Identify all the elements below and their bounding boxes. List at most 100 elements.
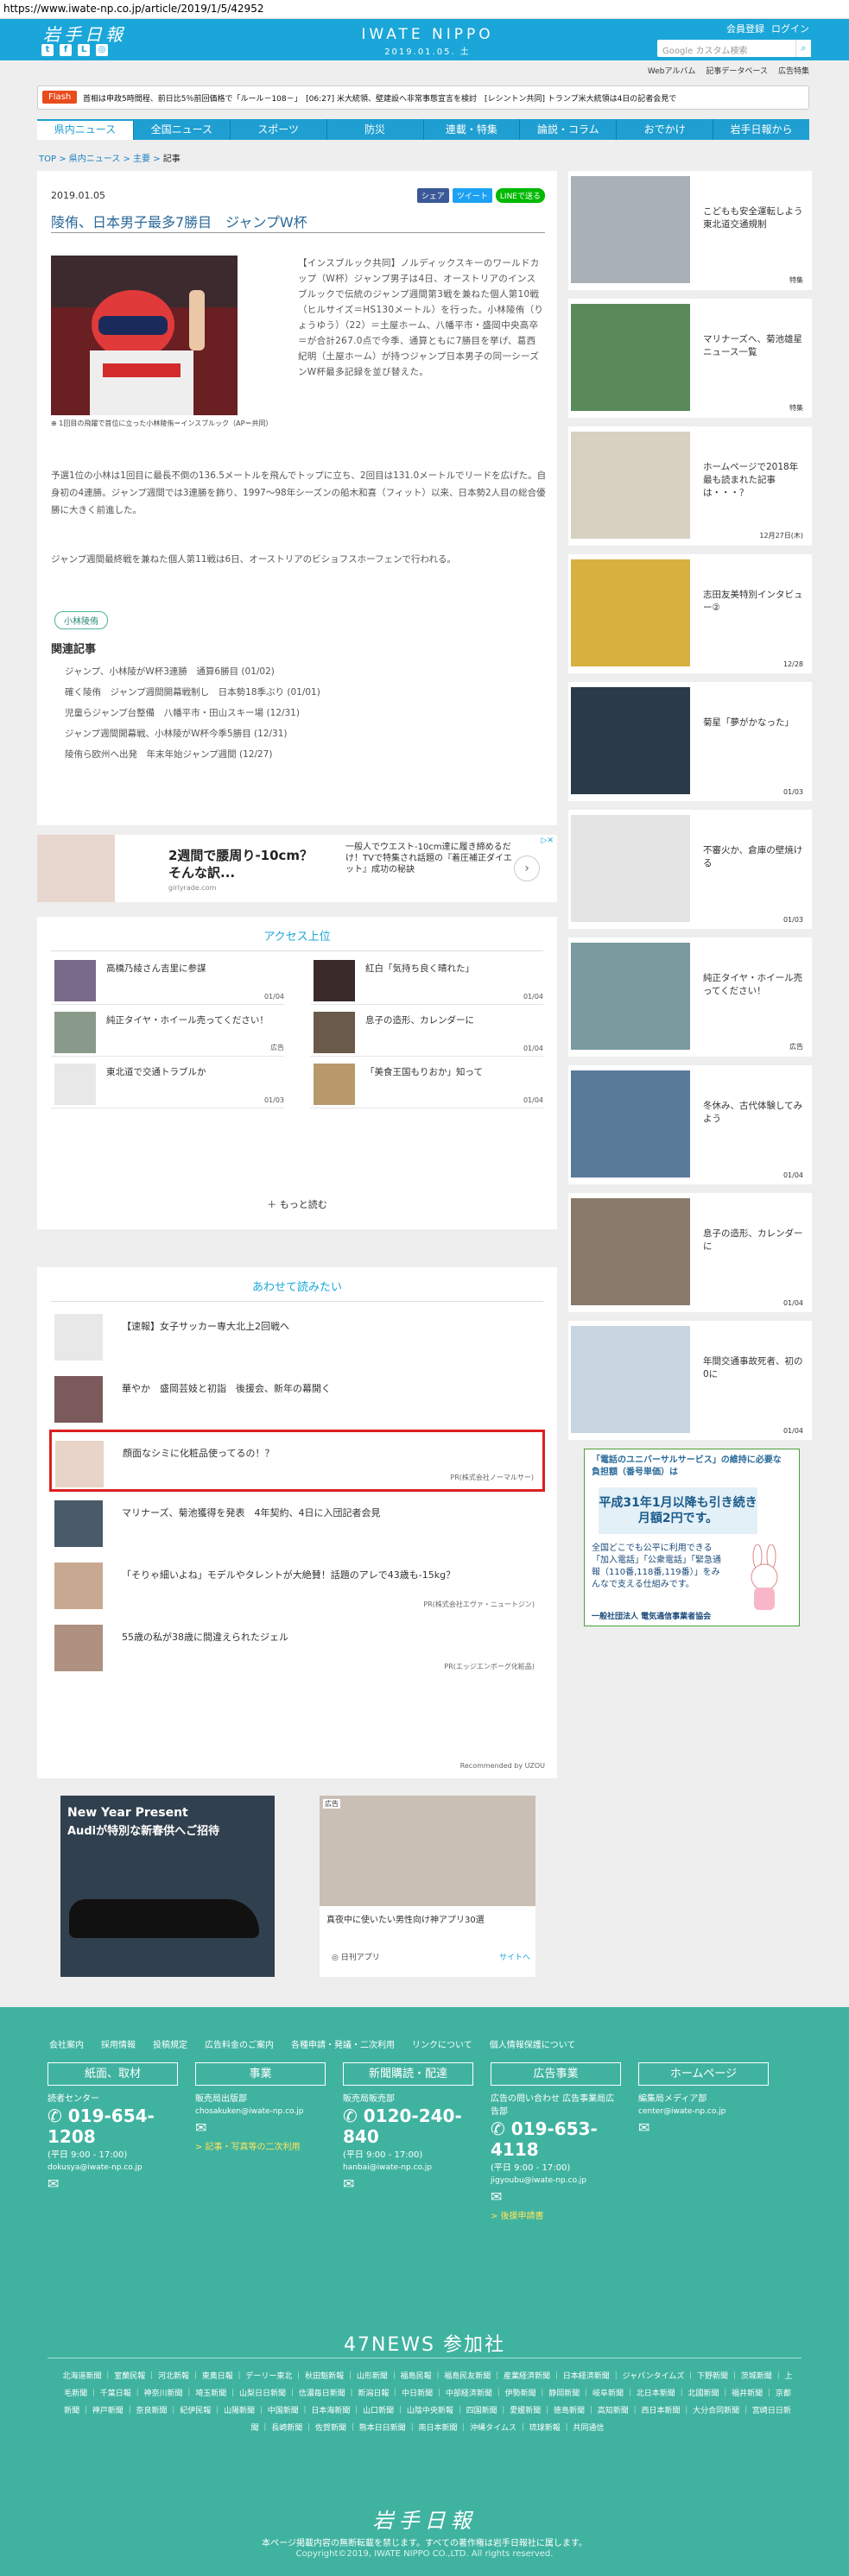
related-item[interactable]: ジャンプ、小林陵がW杯3連勝 通算6勝目 (01/02) bbox=[65, 661, 320, 682]
search-input[interactable]: Google カスタム検索 bbox=[657, 40, 797, 57]
line-share-button[interactable]: LINEで送る bbox=[495, 188, 545, 203]
footer-link[interactable]: 広告料金のご案内 bbox=[205, 2037, 274, 2050]
related-item[interactable]: ジャンプ週間開幕戦、小林陵がW杯今季5勝目 (12/31) bbox=[65, 723, 320, 744]
ranking-item[interactable]: 東北道で交通トラブルか 01/03 bbox=[51, 1057, 284, 1108]
tweet-button[interactable]: ツイート bbox=[452, 188, 492, 203]
ad-banner[interactable]: 2週間で腰周り-10cm？ そんな訳... girlyrade.com 一般人で… bbox=[37, 835, 557, 902]
footer-link[interactable]: 個人情報保護について bbox=[490, 2037, 576, 2050]
contact-button[interactable]: 紙面、取材 bbox=[48, 2062, 178, 2086]
address-bar[interactable]: https://www.iwate-np.co.jp/article/2019/… bbox=[0, 0, 849, 19]
sponsorship-link[interactable]: > 後援申請書 bbox=[491, 2208, 621, 2221]
breadcrumb-main[interactable]: 主要 bbox=[133, 155, 150, 164]
mail-icon[interactable]: ✉ bbox=[48, 2175, 178, 2192]
nav-editorial[interactable]: 論説・コラム bbox=[520, 119, 618, 140]
database-link[interactable]: 記事データベース bbox=[706, 65, 768, 76]
mail-icon[interactable]: ✉ bbox=[491, 2188, 621, 2205]
breadcrumb-top[interactable]: TOP bbox=[39, 155, 56, 164]
zoom-icon[interactable]: ⊕ bbox=[51, 420, 57, 427]
reco-item[interactable]: 【速報】女子サッカー専大北上2回戦へ bbox=[51, 1305, 543, 1367]
contact-email[interactable]: hanbai@iwate-np.co.jp bbox=[343, 2163, 473, 2172]
nav-local-news[interactable]: 県内ニュース bbox=[37, 119, 134, 140]
related-item[interactable]: 陵侑ら欧州へ出発 年末年始ジャンプ週間 (12/27) bbox=[65, 744, 320, 765]
contact-hours: (平日 9:00 - 17:00) bbox=[48, 2150, 128, 2160]
reco-item-sponsored[interactable]: 顔面なシミに化粧品使ってるの！？ PR(株式会社ノーマルサー) bbox=[49, 1430, 545, 1492]
read-more-button[interactable]: ＋ もっと読む bbox=[37, 1197, 557, 1211]
site-logo[interactable]: 岩手日報 bbox=[43, 21, 126, 46]
nav-from-nippo[interactable]: 岩手日報から bbox=[713, 119, 809, 140]
facebook-share-button[interactable]: シェア bbox=[416, 188, 449, 203]
adchoices-icon[interactable]: ▷✕ bbox=[542, 837, 554, 845]
article-photo[interactable] bbox=[51, 256, 238, 415]
sidebar-item[interactable]: 不審火か、倉庫の壁焼ける 01/03 bbox=[568, 810, 812, 929]
ranking-item[interactable]: 紅白「気持ち良く晴れた」 01/04 bbox=[310, 953, 543, 1005]
contact-email[interactable]: center@iwate-np.co.jp bbox=[638, 2107, 769, 2116]
nav-series[interactable]: 連載・特集 bbox=[424, 119, 521, 140]
reco-item-sponsored[interactable]: 「そりゃ細いよね」モデルやタレントが大絶賛！話題のアレで43歳も-15kg？ P… bbox=[51, 1554, 543, 1616]
nav-outing[interactable]: おでかけ bbox=[617, 119, 714, 140]
sidebar-item-title: 息子の造形、カレンダーに bbox=[703, 1228, 803, 1252]
contact-button[interactable]: 広告事業 bbox=[491, 2062, 621, 2086]
sidebar-item[interactable]: 志田友美特別インタビュー② 12/28 bbox=[568, 554, 812, 673]
car-image bbox=[69, 1899, 259, 1938]
sidebar-item[interactable]: ホームページで2018年最も読まれた記事は・・・？ 12月27日(木) bbox=[568, 426, 812, 546]
audi-ad[interactable]: New Year Present Audiが特別な新春供へご招待 bbox=[60, 1796, 275, 1977]
twitter-icon[interactable]: t bbox=[41, 44, 54, 56]
footer-link[interactable]: 会社案内 bbox=[49, 2037, 84, 2050]
footer-link[interactable]: 各種申請・発議・二次利用 bbox=[291, 2037, 395, 2050]
reco-item-sponsored[interactable]: 55歳の私が38歳に間違えられたジェル PR(エッジエンボーグ化粧品) bbox=[51, 1616, 543, 1678]
sidebar-item[interactable]: 冬休み、古代体験してみよう 01/04 bbox=[568, 1065, 812, 1184]
ad-site-link[interactable]: サイトへ bbox=[499, 1951, 530, 1962]
secondary-use-link[interactable]: > 記事・写真等の二次利用 bbox=[195, 2139, 326, 2152]
contact-button[interactable]: 事業 bbox=[195, 2062, 326, 2086]
sidebar-item[interactable]: 純正タイヤ・ホイール売ってください！ 広告 bbox=[568, 938, 812, 1057]
instagram-icon[interactable]: ◎ bbox=[96, 44, 108, 56]
nav-national-news[interactable]: 全国ニュース bbox=[134, 119, 231, 140]
flash-ticker[interactable]: 首相は申政5時間程、前日比5％前回価格で「ルール－108－」 [06:27] 米… bbox=[83, 92, 805, 104]
mail-icon[interactable]: ✉ bbox=[638, 2119, 769, 2136]
web-album-link[interactable]: Webアルバム bbox=[648, 65, 696, 76]
related-item[interactable]: 児童らジャンプ台整備 八幡平市・田山スキー場 (12/31) bbox=[65, 703, 320, 723]
ranking-item-date: 01/04 bbox=[523, 993, 543, 1001]
footer-link[interactable]: リンクについて bbox=[412, 2037, 472, 2050]
member-papers-list[interactable]: 北海道新聞 ｜ 室蘭民報 ｜ 河北新報 ｜ 東奥日報 ｜ デーリー東北 ｜ 秋田… bbox=[60, 2368, 795, 2437]
footer-link[interactable]: 採用情報 bbox=[101, 2037, 136, 2050]
reco-item[interactable]: 華やか 盛岡芸妓と初詣 後援会、新年の幕開く bbox=[51, 1367, 543, 1430]
brand[interactable]: IWATE NIPPO 2019.01.05. 土 bbox=[341, 26, 514, 57]
breadcrumb-local[interactable]: 県内ニュース bbox=[69, 155, 121, 164]
reco-item[interactable]: マリナーズ、菊池獲得を発表 4年契約、4日に入団記者会見 bbox=[51, 1492, 543, 1554]
sidebar-item[interactable]: こどもも安全運転しよう 東北道交通規制 特集 bbox=[568, 171, 812, 290]
contact-button[interactable]: 新聞購読・配達 bbox=[343, 2062, 473, 2086]
search-icon[interactable]: ⌕ bbox=[795, 40, 811, 57]
login-link[interactable]: ログイン bbox=[771, 22, 809, 35]
contact-button[interactable]: ホームページ bbox=[638, 2062, 769, 2086]
nav-disaster[interactable]: 防災 bbox=[327, 119, 424, 140]
ranking-item[interactable]: 息子の造形、カレンダーに 01/04 bbox=[310, 1005, 543, 1057]
contact-email[interactable]: dokusya@iwate-np.co.jp bbox=[48, 2163, 178, 2172]
footer-link[interactable]: 投稿規定 bbox=[153, 2037, 187, 2050]
mail-icon[interactable]: ✉ bbox=[343, 2175, 473, 2192]
ranking-item[interactable]: 純正タイヤ・ホイール売ってください！ 広告 bbox=[51, 1005, 284, 1057]
footer-logo[interactable]: 岩手日報 bbox=[0, 2503, 849, 2534]
nav-sports[interactable]: スポーツ bbox=[231, 119, 327, 140]
recommended-by[interactable]: Recommended by UZOU bbox=[460, 1762, 545, 1770]
sidebar-item[interactable]: 息子の造形、カレンダーに 01/04 bbox=[568, 1193, 812, 1312]
brand-name: IWATE NIPPO bbox=[361, 26, 494, 43]
contact-email[interactable]: jigyoubu@iwate-np.co.jp bbox=[491, 2176, 621, 2185]
ranking-item[interactable]: 「美食王国もりおか」知って 01/04 bbox=[310, 1057, 543, 1108]
mail-icon[interactable]: ✉ bbox=[195, 2119, 326, 2136]
sidebar-item[interactable]: 年間交通事故死者、初の0に 01/04 bbox=[568, 1321, 812, 1440]
chevron-right-icon[interactable]: › bbox=[514, 856, 540, 881]
app-ad[interactable]: 広告 真夜中に使いたい男性向け神アプリ30選 ◎ 日刊アプリ サイトへ bbox=[320, 1796, 535, 1977]
line-icon[interactable]: L bbox=[78, 44, 90, 56]
member-register-link[interactable]: 会員登録 bbox=[726, 22, 764, 35]
universal-service-banner[interactable]: 「電話のユニバーサルサービス」の維持に必要な負担額（番号単価）は 平成31年1月… bbox=[584, 1449, 800, 1626]
sidebar-item[interactable]: マリナーズへ、菊池雄星ニュース一覧 特集 bbox=[568, 299, 812, 418]
related-item[interactable]: 確く陵侑 ジャンプ週間開幕戦制し 日本勢18季ぶり (01/01) bbox=[65, 682, 320, 703]
sidebar-item[interactable]: 菊星「夢がかなった」 01/03 bbox=[568, 682, 812, 801]
facebook-icon[interactable]: f bbox=[60, 44, 72, 56]
ad-feature-link[interactable]: 広告特集 bbox=[778, 65, 809, 76]
ranking-item[interactable]: 高橋乃綾さん吉里に参謀 01/04 bbox=[51, 953, 284, 1005]
contact-email[interactable]: chosakuken@iwate-np.co.jp bbox=[195, 2107, 326, 2116]
sidebar-item-title: 冬休み、古代体験してみよう bbox=[703, 1101, 803, 1124]
tag-kobayashi[interactable]: 小林陵侑 bbox=[54, 611, 108, 629]
